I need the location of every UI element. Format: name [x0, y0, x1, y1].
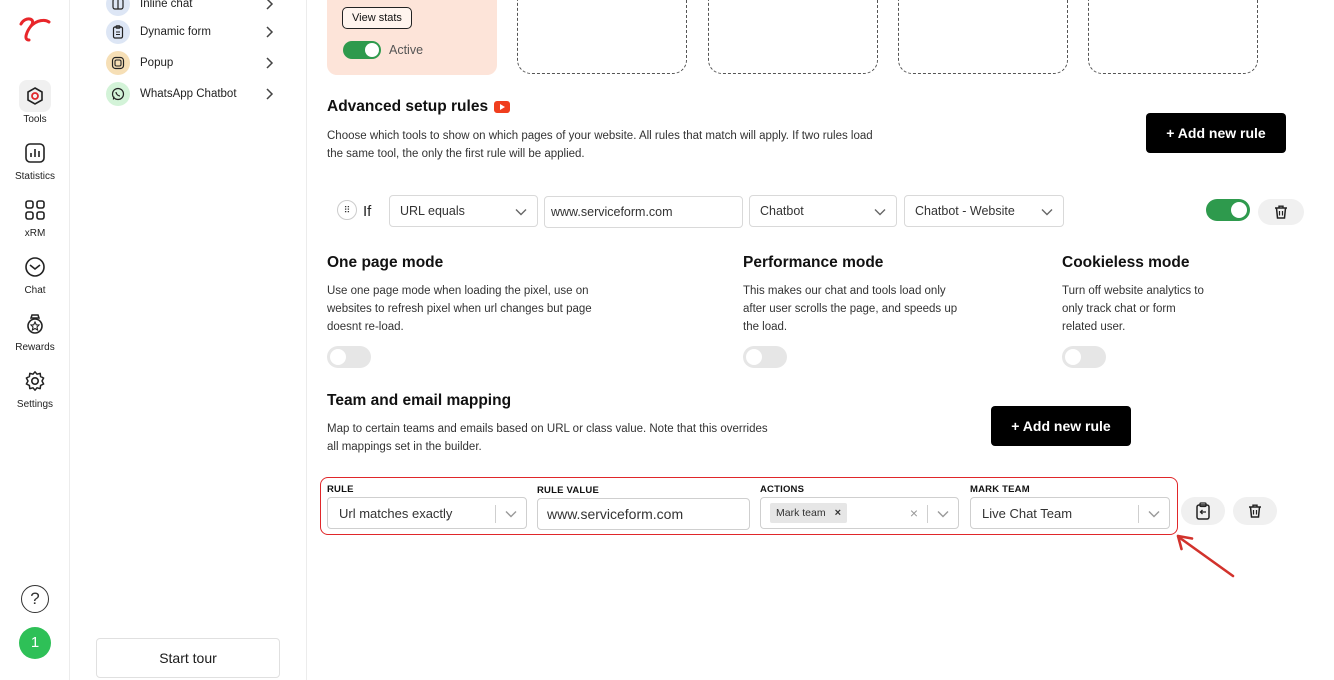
duplicate-mapping-button[interactable] [1181, 497, 1225, 525]
app: Tools Statistics xRM Chat Rewards Settin… [0, 0, 1334, 680]
chevron-right-icon [266, 26, 274, 38]
delete-mapping-button[interactable] [1233, 497, 1277, 525]
advanced-setup-description: Choose which tools to show on which page… [327, 130, 873, 160]
actions-select[interactable]: Mark team × × [760, 497, 959, 529]
tool-name-select[interactable]: Chatbot - Website [904, 195, 1064, 227]
delete-rule-button[interactable] [1258, 199, 1304, 225]
tools-sidebar: Inline chat Dynamic form Popup WhatsApp … [70, 0, 307, 680]
sidebar-item-inline-chat[interactable]: Inline chat [106, 0, 276, 16]
cookieless-mode-toggle[interactable] [1062, 346, 1106, 368]
chevron-down-icon [505, 511, 517, 518]
chevron-down-icon [874, 209, 886, 216]
rail-item-statistics[interactable]: Statistics [0, 137, 70, 182]
mapping-title: Team and email mapping [327, 392, 512, 409]
rule-enabled-toggle[interactable] [1206, 199, 1250, 221]
tool-type-select[interactable]: Chatbot [749, 195, 897, 227]
statistics-icon [19, 137, 51, 169]
rule-value-input[interactable] [537, 498, 750, 530]
chevron-right-icon [266, 0, 274, 10]
active-toggle[interactable] [343, 41, 381, 59]
whatsapp-icon [106, 82, 130, 106]
mode-title: Cookieless mode [1062, 254, 1190, 271]
sidebar-item-label: Dynamic form [140, 26, 211, 38]
rail-label: xRM [24, 228, 46, 239]
rail-label: Statistics [14, 171, 55, 182]
sidebar-item-label: Popup [140, 57, 174, 69]
annotation-arrow-icon [1176, 534, 1235, 578]
empty-tool-slot[interactable] [708, 0, 878, 74]
chevron-down-icon [1041, 209, 1053, 216]
form-icon [106, 20, 130, 44]
add-mapping-rule-button[interactable]: + Add new rule [991, 406, 1131, 446]
mode-description: This makes our chat and tools load only … [743, 285, 958, 333]
left-rail: Tools Statistics xRM Chat Rewards Settin… [0, 0, 70, 680]
sidebar-item-popup[interactable]: Popup [106, 51, 276, 75]
chevron-right-icon [266, 88, 274, 100]
mapping-description: Map to certain teams and emails based on… [327, 423, 768, 453]
youtube-icon[interactable] [494, 101, 511, 113]
mark-team-select[interactable]: Live Chat Team [970, 497, 1170, 529]
mode-description: Use one page mode when loading the pixel… [327, 285, 592, 333]
rail-item-xrm[interactable]: xRM [0, 194, 70, 239]
rail-item-chat[interactable]: Chat [0, 251, 70, 296]
sidebar-item-dynamic-form[interactable]: Dynamic form [106, 20, 276, 44]
inline-chat-icon [106, 0, 130, 16]
tools-icon [19, 80, 51, 112]
chevron-down-icon [1148, 511, 1160, 518]
chat-icon [19, 251, 51, 283]
condition-select[interactable]: URL equals [389, 195, 538, 227]
popup-icon [106, 51, 130, 75]
rail-item-tools[interactable]: Tools [0, 80, 70, 125]
start-tour-button[interactable]: Start tour [96, 638, 280, 678]
empty-tool-slot[interactable] [517, 0, 687, 74]
rail-label: Tools [23, 114, 47, 125]
drag-handle-icon[interactable]: ⠿ [337, 200, 357, 220]
remove-chip-icon[interactable]: × [835, 507, 841, 519]
active-status: Active [343, 41, 423, 59]
empty-tool-slot[interactable] [898, 0, 1068, 74]
grid-icon [19, 194, 51, 226]
if-label: If [363, 203, 372, 220]
gear-icon [19, 365, 51, 397]
trash-icon [1275, 205, 1287, 219]
empty-tool-slot[interactable] [1088, 0, 1258, 74]
one-page-mode-toggle[interactable] [327, 346, 371, 368]
rail-item-settings[interactable]: Settings [0, 365, 70, 410]
help-icon[interactable]: ? [21, 585, 49, 613]
trash-icon [1249, 504, 1261, 518]
sidebar-item-label: Inline chat [140, 0, 193, 10]
rail-item-rewards[interactable]: Rewards [0, 308, 70, 353]
sidebar-item-whatsapp-chatbot[interactable]: WhatsApp Chatbot [106, 82, 276, 106]
chevron-right-icon [266, 57, 274, 69]
advanced-setup-title: Advanced setup rules [327, 98, 511, 116]
rule-type-select[interactable]: Url matches exactly [327, 497, 527, 529]
add-setup-rule-button[interactable]: + Add new rule [1146, 113, 1286, 153]
clear-icon[interactable]: × [910, 505, 918, 521]
view-stats-button[interactable]: View stats [342, 7, 412, 29]
avatar[interactable]: 1 [19, 627, 51, 659]
rail-label: Rewards [15, 342, 55, 353]
mode-description: Turn off website analytics to only track… [1062, 285, 1204, 333]
performance-mode-toggle[interactable] [743, 346, 787, 368]
rewards-icon [19, 308, 51, 340]
actions-label: ACTIONS [760, 484, 805, 495]
mode-title: Performance mode [743, 254, 884, 271]
rail-label: Settings [16, 399, 54, 410]
main-content: View stats Active Advanced setup rules C… [307, 0, 1334, 680]
url-value-input[interactable] [544, 196, 743, 228]
chevron-down-icon [515, 209, 527, 216]
mark-team-label: MARK TEAM [970, 484, 1030, 495]
rail-label: Chat [24, 285, 46, 296]
mode-title: One page mode [327, 254, 444, 271]
chevron-down-icon [937, 511, 949, 518]
action-chip: Mark team × [770, 503, 848, 523]
logo-icon[interactable] [17, 14, 53, 44]
sidebar-item-label: WhatsApp Chatbot [140, 88, 237, 100]
tool-card: View stats Active [327, 0, 497, 75]
active-label: Active [389, 43, 424, 57]
rule-value-label: RULE VALUE [537, 485, 599, 496]
clipboard-copy-icon [1196, 502, 1210, 520]
rule-label: RULE [327, 484, 354, 495]
